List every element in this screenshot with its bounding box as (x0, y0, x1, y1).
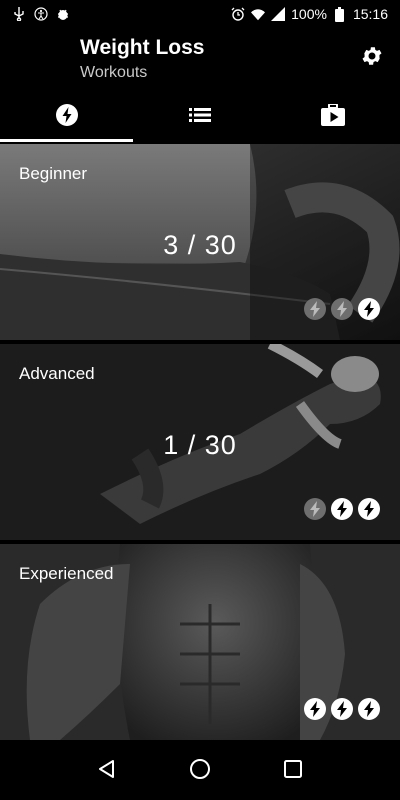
back-button[interactable] (92, 756, 122, 786)
status-time: 15:16 (352, 6, 388, 22)
workout-card-experienced[interactable]: Experienced (0, 544, 400, 740)
app-title: Weight Loss (80, 36, 205, 59)
difficulty-indicator (304, 698, 380, 720)
usb-icon (12, 7, 26, 21)
workout-card-beginner[interactable]: Beginner 3 / 30 (0, 144, 400, 340)
gear-icon (360, 44, 384, 73)
system-nav-bar (0, 742, 400, 800)
back-triangle-icon (97, 759, 117, 784)
difficulty-bolt-icon (304, 298, 326, 320)
tab-list[interactable] (133, 92, 266, 142)
workout-label: Beginner (19, 164, 88, 183)
tab-videos[interactable] (267, 92, 400, 142)
status-bar: 100% 15:16 (0, 0, 400, 28)
difficulty-bolt-icon (358, 498, 380, 520)
difficulty-bolt-icon (304, 498, 326, 520)
home-button[interactable] (185, 756, 215, 786)
difficulty-indicator (304, 298, 380, 320)
battery-icon (333, 6, 347, 22)
list-icon (188, 107, 211, 128)
recents-square-icon (283, 759, 303, 784)
difficulty-indicator (304, 498, 380, 520)
android-debug-icon (56, 7, 70, 21)
difficulty-bolt-icon (304, 698, 326, 720)
status-right: 100% 15:16 (231, 6, 388, 22)
app-bar: Weight Loss Workouts (0, 28, 400, 92)
settings-button[interactable] (358, 44, 386, 72)
tab-workouts[interactable] (0, 92, 134, 142)
tab-bar (0, 92, 400, 142)
home-circle-icon (189, 758, 211, 785)
battery-percent: 100% (291, 6, 327, 22)
accessibility-icon (34, 7, 48, 21)
recents-button[interactable] (278, 756, 308, 786)
workout-label: Experienced (19, 564, 114, 583)
difficulty-bolt-icon (358, 698, 380, 720)
workout-label: Advanced (19, 364, 95, 383)
briefcase-play-icon (321, 102, 346, 131)
difficulty-bolt-icon (331, 298, 353, 320)
workout-progress: 1 / 30 (163, 430, 237, 460)
status-left (12, 7, 70, 21)
wifi-icon (251, 7, 266, 21)
difficulty-bolt-icon (331, 498, 353, 520)
workout-card-advanced[interactable]: Advanced 1 / 30 (0, 344, 400, 540)
bolt-icon (55, 103, 79, 132)
app-subtitle: Workouts (80, 64, 148, 81)
difficulty-bolt-icon (358, 298, 380, 320)
difficulty-bolt-icon (331, 698, 353, 720)
alarm-icon (231, 7, 245, 21)
signal-icon (271, 7, 286, 21)
workout-progress: 3 / 30 (163, 230, 237, 260)
